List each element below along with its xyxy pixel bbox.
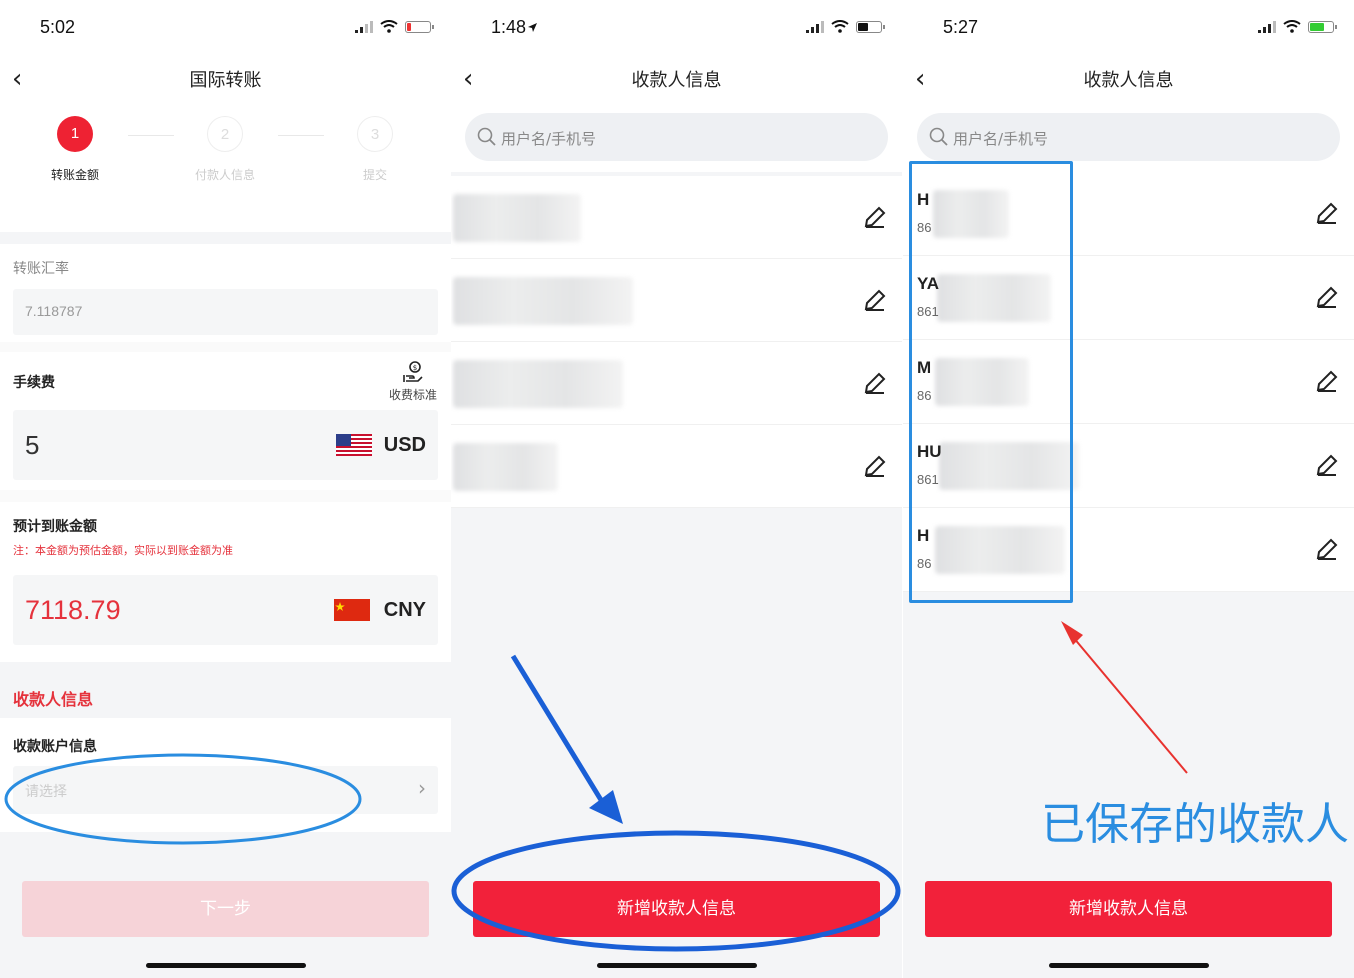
- step-3: 3 提交: [335, 116, 415, 183]
- divider: [0, 490, 451, 502]
- wifi-icon: [831, 20, 849, 33]
- signal-icon: [1258, 20, 1276, 33]
- rate-label: 转账汇率: [13, 261, 69, 277]
- step-1: 1 转账金额: [35, 116, 115, 183]
- battery-icon: [405, 20, 434, 33]
- divider: [0, 342, 451, 352]
- red-arrow-annotation: [1061, 621, 1188, 774]
- status-icons: [806, 20, 885, 33]
- edit-pencil-icon[interactable]: [862, 453, 888, 479]
- search-input[interactable]: 用户名/手机号: [465, 113, 888, 161]
- chevron-right-icon: ›: [418, 776, 426, 800]
- fee-label: 手续费: [13, 375, 55, 391]
- next-button[interactable]: 下一步: [22, 881, 429, 937]
- step-1-number: 1: [57, 116, 93, 152]
- home-indicator: [596, 963, 757, 968]
- step-connector: [278, 135, 324, 136]
- fee-standard-link[interactable]: $ 收费标准: [389, 360, 437, 403]
- edit-pencil-icon[interactable]: [1314, 452, 1340, 478]
- status-time: 1:48: [491, 17, 527, 37]
- edit-pencil-icon[interactable]: [1314, 284, 1340, 310]
- search-input[interactable]: 用户名/手机号: [917, 113, 1340, 161]
- page-title: 收款人信息: [631, 70, 722, 91]
- wifi-icon: [380, 20, 398, 33]
- expected-field: 7118.79 CNY: [13, 575, 438, 645]
- step-2-number: 2: [207, 116, 243, 152]
- stepper: 1 转账金额 2 付款人信息 3 提交: [0, 102, 451, 232]
- expected-value: 7118.79: [25, 595, 121, 625]
- blue-box-highlight: [909, 161, 1073, 603]
- list-item[interactable]: [451, 425, 902, 508]
- expected-currency: CNY: [383, 599, 426, 621]
- step-2-label: 付款人信息: [194, 168, 255, 182]
- status-icons: [1258, 20, 1337, 33]
- expected-note: 注：本金额为预估金额，实际以到账金额为准: [13, 544, 233, 557]
- fee-field: 5 USD: [13, 410, 438, 480]
- status-bar: 5:27: [903, 0, 1354, 56]
- payee-list-saved-screen: 5:27 ‹ 收款人信息 用户名/手机号 H 86 YA 861 M 86 HU…: [903, 0, 1354, 978]
- blue-arrow-annotation: [510, 654, 623, 824]
- blurred-payee: [453, 277, 633, 325]
- nav-bar: ‹ 国际转账: [0, 56, 451, 102]
- status-bar: 1:48: [451, 0, 902, 56]
- step-connector: [128, 135, 174, 136]
- nav-bar: ‹ 收款人信息: [903, 56, 1354, 102]
- search-icon: [477, 127, 496, 146]
- step-2: 2 付款人信息: [185, 116, 265, 183]
- battery-icon: [856, 20, 885, 33]
- edit-pencil-icon[interactable]: [862, 370, 888, 396]
- nav-bar: ‹ 收款人信息: [451, 56, 902, 102]
- payee-section-bg: 收款人信息: [0, 662, 451, 718]
- list-item[interactable]: [451, 176, 902, 259]
- money-hand-icon: $: [403, 361, 423, 382]
- cn-flag-icon: [334, 599, 370, 621]
- home-indicator: [145, 963, 306, 968]
- blurred-payee: [453, 360, 623, 408]
- fee-value: 5: [25, 430, 40, 460]
- expected-label: 预计到账金额: [13, 519, 97, 535]
- add-payee-button[interactable]: 新增收款人信息: [925, 881, 1332, 937]
- blurred-payee: [453, 194, 581, 242]
- transfer-screen: 5:02 ‹ 国际转账 1 转账金额 2 付款人信息 3 提交 转账汇率 7.1…: [0, 0, 451, 978]
- home-indicator: [1048, 963, 1209, 968]
- divider: [0, 232, 451, 244]
- blurred-payee: [453, 443, 558, 491]
- fee-standard-label: 收费标准: [388, 388, 437, 402]
- step-1-label: 转账金额: [50, 168, 99, 182]
- search-placeholder: 用户名/手机号: [953, 130, 1049, 148]
- edit-pencil-icon[interactable]: [1314, 536, 1340, 562]
- edit-pencil-icon[interactable]: [862, 287, 888, 313]
- rate-value: 7.118787: [25, 303, 83, 319]
- list-item[interactable]: [451, 342, 902, 425]
- us-flag-icon: [336, 434, 372, 456]
- edit-pencil-icon[interactable]: [862, 204, 888, 230]
- signal-icon: [806, 20, 824, 33]
- page-title: 收款人信息: [1083, 70, 1174, 91]
- blue-ellipse-highlight: [4, 753, 362, 845]
- search-icon: [929, 127, 948, 146]
- search-placeholder: 用户名/手机号: [501, 130, 597, 148]
- location-arrow-icon: [528, 23, 537, 32]
- status-time: 5:02: [40, 17, 76, 37]
- step-3-number: 3: [357, 116, 393, 152]
- status-bar: 5:02: [0, 0, 451, 56]
- blue-ellipse-highlight: [451, 830, 901, 952]
- svg-text:$: $: [413, 364, 417, 372]
- status-icons: [355, 20, 434, 33]
- signal-icon: [355, 20, 373, 33]
- payee-list: [451, 176, 902, 508]
- payee-section-title: 收款人信息: [13, 690, 94, 709]
- edit-pencil-icon[interactable]: [1314, 200, 1340, 226]
- payee-list-empty-screen: 1:48 ‹ 收款人信息 用户名/手机号 新增收款人信息: [451, 0, 902, 978]
- rate-field: 7.118787: [13, 289, 438, 335]
- page-title: 国际转账: [189, 70, 262, 91]
- saved-payees-annotation: 已保存的收款人: [1041, 799, 1349, 850]
- fee-currency: USD: [383, 434, 426, 456]
- battery-charging-icon: [1308, 20, 1337, 33]
- edit-pencil-icon[interactable]: [1314, 368, 1340, 394]
- status-time: 5:27: [943, 17, 979, 37]
- wifi-icon: [1283, 20, 1301, 33]
- step-3-label: 提交: [362, 168, 387, 182]
- list-item[interactable]: [451, 259, 902, 342]
